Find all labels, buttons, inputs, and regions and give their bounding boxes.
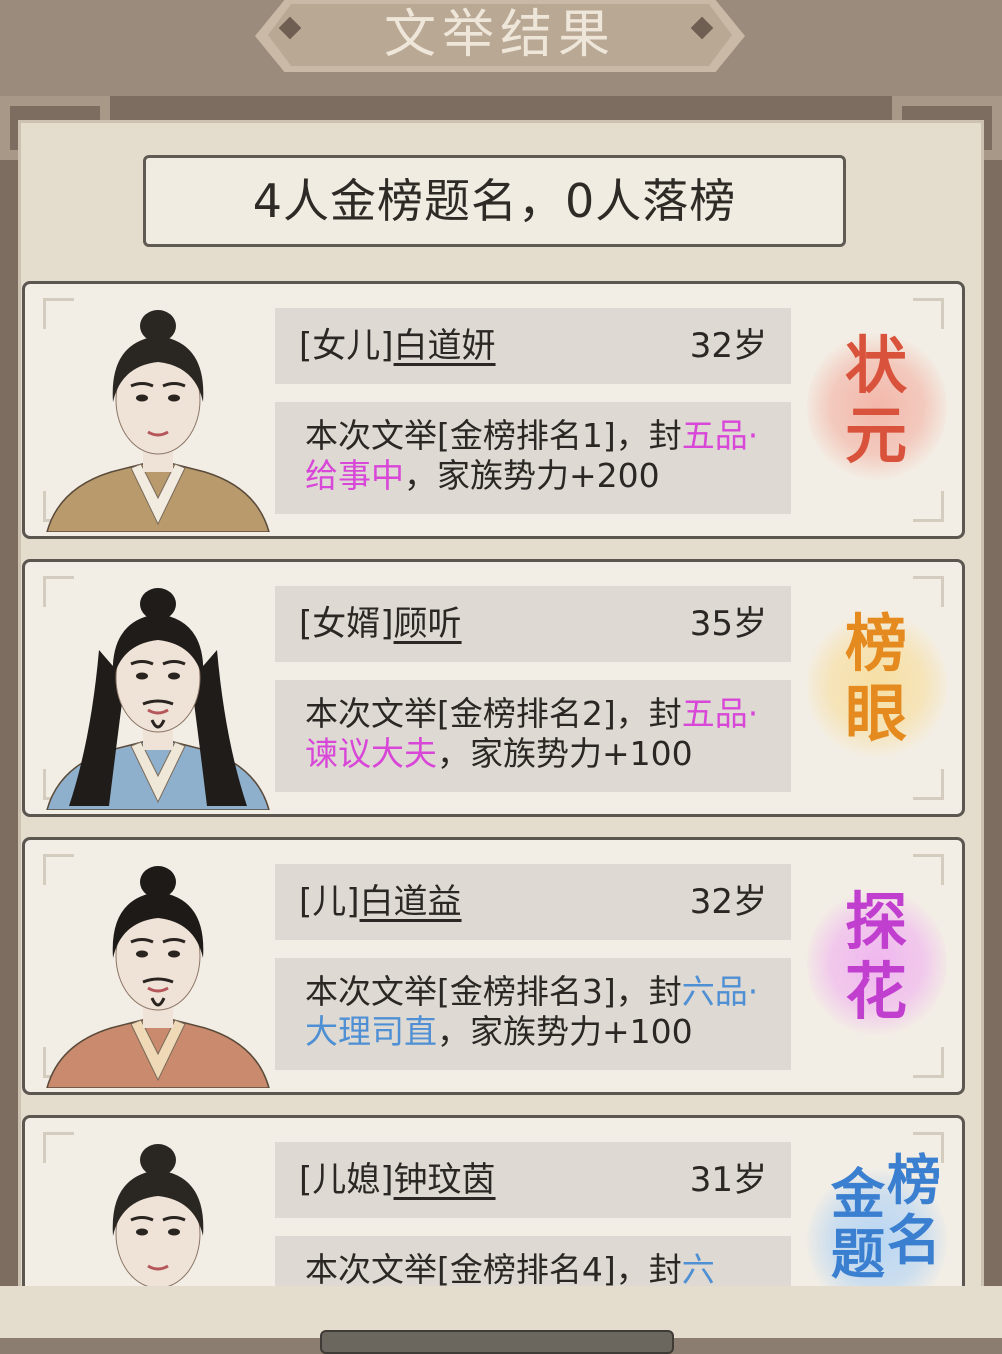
hair-bun-shape bbox=[140, 310, 176, 342]
character-portrait[interactable] bbox=[39, 1126, 277, 1286]
badge-character: 探 bbox=[845, 885, 908, 958]
eye-shape bbox=[136, 672, 148, 680]
official-rank: 六 bbox=[681, 1250, 715, 1286]
character-name[interactable]: [女儿]白道妍 bbox=[299, 308, 496, 384]
character-age: 32岁 bbox=[689, 882, 767, 922]
rank-badge: 金榜题名 bbox=[801, 1148, 947, 1286]
result-description: 本次文举[金榜排名4]，封六 bbox=[275, 1236, 791, 1286]
badge-character: 状 bbox=[845, 329, 908, 402]
result-card[interactable]: [儿媳]钟玟茵 31岁 本次文举[金榜排名4]，封六 金榜题名 bbox=[22, 1115, 965, 1286]
character-age: 32岁 bbox=[689, 326, 767, 366]
card-corner-ornament bbox=[913, 854, 944, 885]
result-card[interactable]: [女儿]白道妍 32岁 本次文举[金榜排名1]，封五品·给事中，家族势力+200… bbox=[22, 281, 965, 539]
eye-shape bbox=[136, 950, 148, 958]
rank-badge: 探花 bbox=[801, 884, 947, 1044]
desc-suffix: ，家族势力+200 bbox=[404, 456, 660, 495]
badge-character: 榜 bbox=[845, 607, 908, 680]
confirm-button-partial[interactable] bbox=[320, 1330, 674, 1354]
result-card[interactable]: [女婿]顾听 35岁 本次文举[金榜排名2]，封五品·谏议大夫，家族势力+100… bbox=[22, 559, 965, 817]
name-link[interactable]: 钟玟茵 bbox=[394, 1160, 496, 1200]
desc-suffix: ，家族势力+100 bbox=[437, 1012, 693, 1051]
result-card[interactable]: [儿]白道益 32岁 本次文举[金榜排名3]，封六品·大理司直，家族势力+100… bbox=[22, 837, 965, 1095]
character-portrait[interactable] bbox=[39, 292, 277, 532]
name-bar: [女儿]白道妍 32岁 bbox=[275, 308, 791, 384]
character-age: 35岁 bbox=[689, 604, 767, 644]
desc-prefix: 本次文举[金榜排名1]，封 bbox=[305, 416, 682, 455]
name-bar: [儿媳]钟玟茵 31岁 bbox=[275, 1142, 791, 1218]
name-bar: [女婿]顾听 35岁 bbox=[275, 586, 791, 662]
name-bar: [儿]白道益 32岁 bbox=[275, 864, 791, 940]
relation-label: [女儿] bbox=[299, 326, 394, 366]
relation-label: [儿] bbox=[299, 882, 360, 922]
name-link[interactable]: 顾听 bbox=[394, 604, 462, 644]
desc-suffix: ，家族势力+100 bbox=[437, 734, 693, 773]
name-link[interactable]: 白道妍 bbox=[394, 326, 496, 366]
result-description: 本次文举[金榜排名1]，封五品·给事中，家族势力+200 bbox=[275, 402, 791, 514]
result-description: 本次文举[金榜排名3]，封六品·大理司直，家族势力+100 bbox=[275, 958, 791, 1070]
character-portrait[interactable] bbox=[39, 848, 277, 1088]
rank-badge: 榜眼 bbox=[801, 606, 947, 766]
rank-badge: 状元 bbox=[801, 328, 947, 488]
eye-shape bbox=[168, 950, 180, 958]
card-corner-ornament bbox=[913, 491, 944, 522]
hair-bun-shape bbox=[140, 1144, 176, 1176]
card-corner-ornament bbox=[913, 298, 944, 329]
badge-character: 名 bbox=[887, 1208, 941, 1272]
eye-shape bbox=[168, 672, 180, 680]
desc-prefix: 本次文举[金榜排名2]，封 bbox=[305, 694, 682, 733]
badge-character: 花 bbox=[845, 955, 908, 1028]
character-name[interactable]: [儿媳]钟玟茵 bbox=[299, 1142, 496, 1218]
badge-character: 题 bbox=[831, 1222, 885, 1286]
character-portrait[interactable] bbox=[39, 570, 277, 810]
badge-character: 元 bbox=[845, 399, 908, 472]
relation-label: [儿媳] bbox=[299, 1160, 394, 1200]
result-description: 本次文举[金榜排名2]，封五品·谏议大夫，家族势力+100 bbox=[275, 680, 791, 792]
name-link[interactable]: 白道益 bbox=[360, 882, 462, 922]
eye-shape bbox=[168, 394, 180, 402]
results-list: [女儿]白道妍 32岁 本次文举[金榜排名1]，封五品·给事中，家族势力+200… bbox=[0, 0, 1002, 1286]
eye-shape bbox=[168, 1228, 180, 1236]
character-age: 31岁 bbox=[689, 1160, 767, 1200]
card-corner-ornament bbox=[913, 1047, 944, 1078]
hair-bun-shape bbox=[140, 588, 176, 620]
character-name[interactable]: [儿]白道益 bbox=[299, 864, 462, 940]
character-name[interactable]: [女婿]顾听 bbox=[299, 586, 462, 662]
desc-prefix: 本次文举[金榜排名3]，封 bbox=[305, 972, 682, 1011]
hair-bun-shape bbox=[140, 866, 176, 898]
badge-character: 眼 bbox=[845, 677, 908, 750]
badge-character: 榜 bbox=[887, 1148, 941, 1212]
desc-prefix: 本次文举[金榜排名4]，封 bbox=[305, 1250, 682, 1286]
card-corner-ornament bbox=[913, 769, 944, 800]
eye-shape bbox=[136, 1228, 148, 1236]
badge-character: 金 bbox=[831, 1162, 885, 1226]
eye-shape bbox=[136, 394, 148, 402]
relation-label: [女婿] bbox=[299, 604, 394, 644]
card-corner-ornament bbox=[913, 576, 944, 607]
